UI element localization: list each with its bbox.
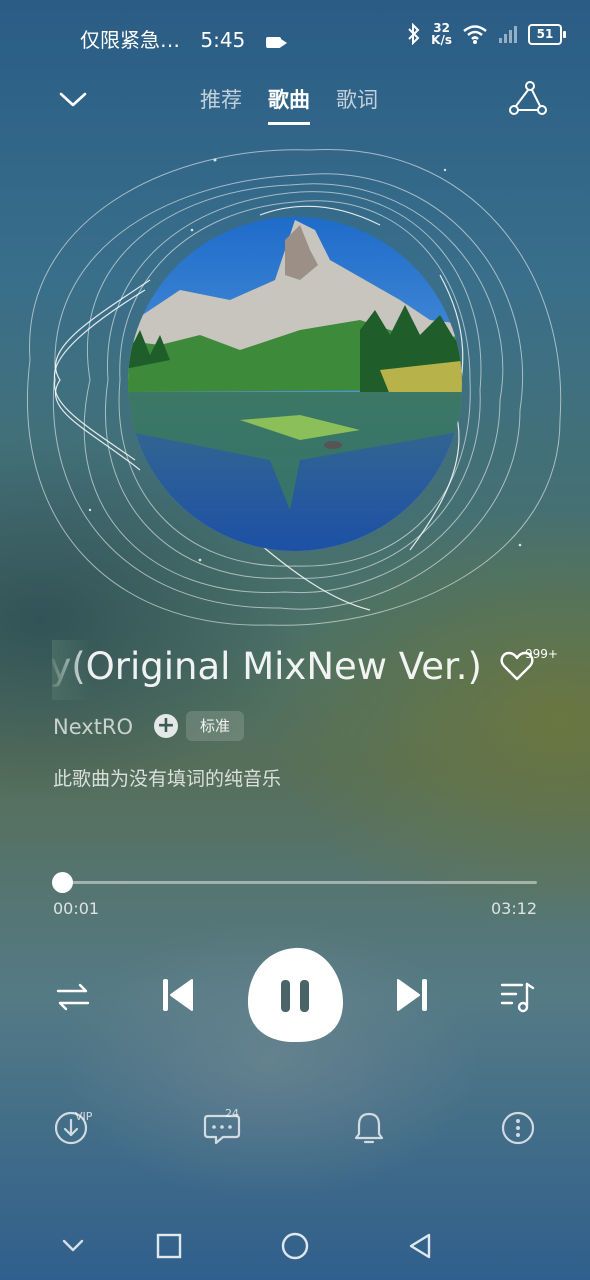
screen-record-icon xyxy=(265,37,287,48)
nav-back-icon[interactable] xyxy=(407,1232,433,1260)
tab-lyrics[interactable]: 歌词 xyxy=(336,84,378,125)
bluetooth-icon xyxy=(408,23,420,45)
pause-button[interactable] xyxy=(246,946,344,1044)
battery-indicator: 51 xyxy=(528,23,566,45)
pause-icon xyxy=(281,980,290,1012)
follow-artist-button[interactable]: + xyxy=(154,714,178,738)
lyric-notice: 此歌曲为没有填词的纯音乐 xyxy=(53,768,282,790)
song-title-marquee: ny(Original MixNew Ver.) xyxy=(52,640,482,700)
net-speed: 32 K/s xyxy=(431,21,452,47)
notification-text: 仅限紧急… xyxy=(80,28,180,52)
previous-track-icon[interactable] xyxy=(160,977,196,1013)
status-bar: 仅限紧急… 5:45 32 K/s 51 xyxy=(0,0,590,72)
more-options-icon[interactable] xyxy=(500,1110,536,1146)
progress-thumb[interactable] xyxy=(52,872,73,893)
bell-icon[interactable] xyxy=(352,1110,386,1146)
artist-name[interactable]: NextRO xyxy=(53,715,133,739)
song-title: ny(Original MixNew Ver.) xyxy=(52,645,482,688)
wifi-icon xyxy=(463,25,487,44)
total-time: 03:12 xyxy=(491,899,538,918)
repeat-mode-icon[interactable] xyxy=(55,982,91,1012)
progress-track[interactable] xyxy=(62,881,537,884)
collapse-chevron-icon[interactable] xyxy=(58,88,88,110)
signal-icon xyxy=(499,26,517,43)
share-icon[interactable] xyxy=(508,80,548,116)
next-track-icon[interactable] xyxy=(394,977,430,1013)
nav-hide-chevron-icon[interactable] xyxy=(60,1236,86,1256)
quality-badge[interactable]: 标准 xyxy=(186,711,244,741)
tab-song[interactable]: 歌曲 xyxy=(268,84,310,125)
like-count: 999+ xyxy=(525,647,558,661)
nav-home-icon[interactable] xyxy=(281,1232,309,1260)
current-time: 00:01 xyxy=(53,899,100,918)
album-visualizer xyxy=(26,148,562,626)
download-vip-badge: VIP xyxy=(75,1110,93,1123)
clock: 5:45 xyxy=(200,28,246,52)
nav-recents-icon[interactable] xyxy=(156,1233,182,1259)
album-cover xyxy=(128,217,462,551)
header-tabs: 推荐 歌曲 歌词 xyxy=(200,84,378,125)
comment-count: 24 xyxy=(225,1107,239,1120)
playlist-icon[interactable] xyxy=(500,980,536,1014)
tab-recommend[interactable]: 推荐 xyxy=(200,84,242,125)
